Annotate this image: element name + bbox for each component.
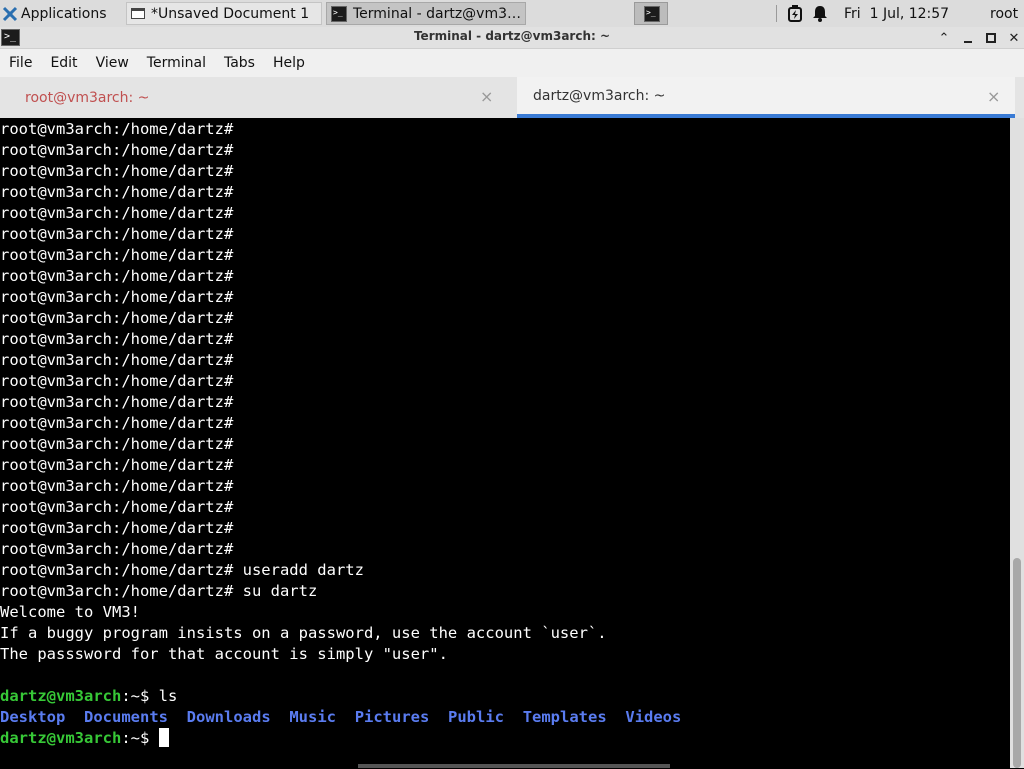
close-button[interactable]: ✕: [1004, 28, 1024, 48]
terminal-line-root-prompt: root@vm3arch:/home/dartz#: [0, 204, 234, 222]
terminal-line-info1: If a buggy program insists on a password…: [0, 624, 607, 642]
user-prompt-suffix: :~$: [121, 687, 159, 705]
minimize-button[interactable]: [958, 28, 978, 48]
terminal-line-root-prompt: root@vm3arch:/home/dartz#: [0, 162, 234, 180]
terminal-line-root-prompt: root@vm3arch:/home/dartz#: [0, 330, 234, 348]
taskbar-editor-label: *Unsaved Document 1: [151, 5, 310, 22]
terminal-line-root-prompt: root@vm3arch:/home/dartz#: [0, 519, 234, 537]
terminal-icon: [331, 5, 347, 22]
terminal-output[interactable]: root@vm3arch:/home/dartz# root@vm3arch:/h…: [0, 118, 1010, 769]
chevron-up-icon: ⌃: [938, 30, 950, 46]
terminal-line-useradd: root@vm3arch:/home/dartz# useradd dartz: [0, 561, 364, 579]
minimize-icon: [964, 41, 972, 43]
taskbar-terminal-label: Terminal - dartz@vm3…: [353, 5, 522, 22]
directory-entry: Public: [448, 708, 505, 726]
terminal-line-root-prompt: root@vm3arch:/home/dartz#: [0, 456, 234, 474]
current-prompt-suffix: :~$: [121, 729, 159, 747]
applications-icon: [2, 6, 18, 21]
terminal-line-root-prompt: root@vm3arch:/home/dartz#: [0, 225, 234, 243]
scrollbar-thumb[interactable]: [1013, 558, 1021, 768]
current-user-prompt: dartz@vm3arch: [0, 729, 122, 747]
menu-edit[interactable]: Edit: [41, 55, 86, 71]
battery-icon[interactable]: [788, 5, 802, 22]
terminal-launcher-icon: [644, 6, 660, 22]
terminal-line-root-prompt: root@vm3arch:/home/dartz#: [0, 414, 234, 432]
maximize-icon: [986, 33, 996, 43]
shade-button[interactable]: ⌃: [934, 28, 954, 48]
menu-tabs[interactable]: Tabs: [215, 55, 264, 71]
tab-root-close-icon[interactable]: ×: [480, 87, 493, 106]
directory-entry: Videos: [625, 708, 682, 726]
terminal-line-ls: dartz@vm3arch:~$ ls: [0, 686, 1010, 707]
directory-entry: Templates: [522, 708, 607, 726]
directory-entry: Music: [289, 708, 337, 726]
ls-command: ls: [158, 687, 178, 705]
panel-separator: [776, 5, 777, 22]
tab-dartz-close-icon[interactable]: ×: [987, 87, 1000, 106]
ls-output: Desktop Documents Downloads Music Pictur…: [0, 707, 1010, 728]
terminal-line-root-prompt: root@vm3arch:/home/dartz#: [0, 183, 234, 201]
tab-dartz[interactable]: dartz@vm3arch: ~ ×: [517, 77, 1015, 118]
terminal-line-root-prompt: root@vm3arch:/home/dartz#: [0, 372, 234, 390]
bottom-resize-bar: [358, 764, 670, 768]
terminal-line-root-prompt: root@vm3arch:/home/dartz#: [0, 309, 234, 327]
terminal-scrollbar[interactable]: [1010, 118, 1024, 768]
terminal-line-root-prompt: root@vm3arch:/home/dartz#: [0, 267, 234, 285]
text-editor-icon: [131, 8, 145, 19]
menu-file[interactable]: File: [0, 55, 41, 71]
menu-terminal[interactable]: Terminal: [138, 55, 215, 71]
tab-bar: root@vm3arch: ~ × dartz@vm3arch: ~ ×: [0, 77, 1024, 118]
tab-bar-edge: [1015, 77, 1024, 118]
menu-bar: File Edit View Terminal Tabs Help: [0, 49, 1024, 77]
menu-help[interactable]: Help: [264, 55, 314, 71]
terminal-line-welcome: Welcome to VM3!: [0, 603, 140, 621]
terminal-line-root-prompt: root@vm3arch:/home/dartz#: [0, 141, 234, 159]
terminal-line-root-prompt: root@vm3arch:/home/dartz#: [0, 435, 234, 453]
tab-dartz-label: dartz@vm3arch: ~: [533, 87, 666, 104]
panel-terminal-launcher[interactable]: [634, 2, 668, 25]
menu-view[interactable]: View: [87, 55, 138, 71]
terminal-line-root-prompt: root@vm3arch:/home/dartz#: [0, 120, 234, 138]
taskbar-terminal-button[interactable]: Terminal - dartz@vm3…: [326, 2, 526, 25]
terminal-cursor: [158, 728, 169, 747]
root-prompt-lines: root@vm3arch:/home/dartz# root@vm3arch:/h…: [0, 119, 1010, 560]
window-title: Terminal - dartz@vm3arch: ~: [413, 29, 611, 43]
terminal-line-root-prompt: root@vm3arch:/home/dartz#: [0, 351, 234, 369]
clock[interactable]: Fri 1 Jul, 12:57: [844, 2, 949, 25]
bell-icon[interactable]: [812, 5, 828, 22]
terminal-line-su: root@vm3arch:/home/dartz# su dartz: [0, 582, 318, 600]
tab-root[interactable]: root@vm3arch: ~ ×: [0, 77, 516, 118]
maximize-button[interactable]: [981, 28, 1001, 48]
applications-menu-button[interactable]: Applications: [0, 2, 124, 25]
window-titlebar[interactable]: >_ Terminal - dartz@vm3arch: ~ ⌃ ✕: [0, 27, 1024, 49]
top-panel: Applications *Unsaved Document 1 Termina…: [0, 0, 1024, 27]
directory-entry: Desktop: [0, 708, 66, 726]
user-prompt: dartz@vm3arch: [0, 687, 122, 705]
terminal-line-root-prompt: root@vm3arch:/home/dartz#: [0, 246, 234, 264]
terminal-line-root-prompt: root@vm3arch:/home/dartz#: [0, 393, 234, 411]
taskbar-editor-button[interactable]: *Unsaved Document 1: [126, 2, 322, 25]
directory-entry: Downloads: [186, 708, 271, 726]
terminal-line-root-prompt: root@vm3arch:/home/dartz#: [0, 540, 234, 558]
terminal-line-current: dartz@vm3arch:~$: [0, 728, 1010, 749]
terminal-line-root-prompt: root@vm3arch:/home/dartz#: [0, 288, 234, 306]
terminal-line-root-prompt: root@vm3arch:/home/dartz#: [0, 498, 234, 516]
applications-label: Applications: [21, 5, 107, 22]
terminal-line-root-prompt: root@vm3arch:/home/dartz#: [0, 477, 234, 495]
tab-root-label: root@vm3arch: ~: [25, 89, 150, 106]
directory-entry: Documents: [84, 708, 168, 726]
user-menu[interactable]: root: [990, 2, 1018, 25]
terminal-line-info2: The passsword for that account is simply…: [0, 645, 448, 663]
directory-entry: Pictures: [354, 708, 430, 726]
close-icon: ✕: [1008, 30, 1020, 46]
